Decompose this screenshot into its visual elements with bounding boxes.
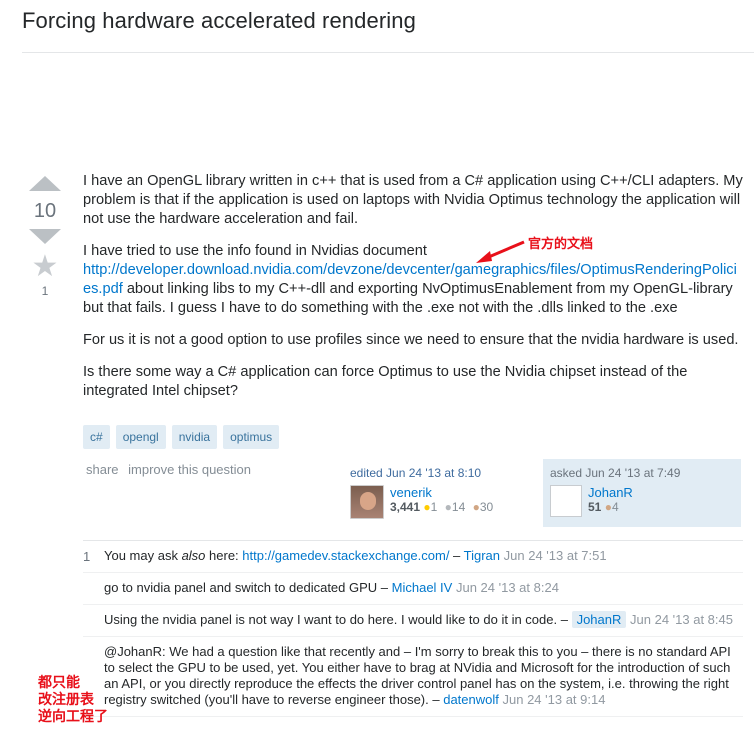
tag-nvidia[interactable]: nvidia <box>171 425 218 449</box>
annotation-line: 逆向工程了 <box>38 708 108 724</box>
share-link[interactable]: share <box>86 462 119 477</box>
gamedev-link[interactable]: http://gamedev.stackexchange.com/ <box>242 548 449 563</box>
comment-item: @JohanR: We had a question like that rec… <box>83 637 743 717</box>
editor-avatar[interactable] <box>350 485 384 519</box>
comment-date[interactable]: Jun 24 '13 at 8:45 <box>630 612 733 627</box>
comment-list: 1 You may ask also here: http://gamedev.… <box>83 540 743 717</box>
tag-list: c# opengl nvidia optimus <box>83 425 280 449</box>
owner-bronze-badge-count: 4 <box>611 500 619 514</box>
owner-avatar[interactable] <box>550 485 582 517</box>
vote-up-arrow-icon[interactable] <box>29 176 61 191</box>
favorite-count: 1 <box>41 284 49 298</box>
comment-text: here: <box>205 548 243 563</box>
vote-down-arrow-icon[interactable] <box>29 229 61 244</box>
owner-signature: asked Jun 24 '13 at 7:49 JohanR 51 ●4 <box>543 459 741 527</box>
comment-item: Using the nvidia panel is not way I want… <box>83 605 743 637</box>
tag-csharp[interactable]: c# <box>83 425 110 449</box>
paragraph-2-intro: I have tried to use the info found in Nv… <box>83 243 427 259</box>
editor-reputation: 3,441 <box>390 500 421 514</box>
owner-name-link[interactable]: JohanR <box>588 485 633 500</box>
comment-item: go to nvidia panel and switch to dedicat… <box>83 573 743 605</box>
comment-owner-link[interactable]: JohanR <box>571 611 627 628</box>
comment-user-link[interactable]: Michael IV <box>392 580 453 595</box>
bronze-badge-icon: ● <box>472 500 480 514</box>
question-paragraph-2: I have tried to use the info found in Nv… <box>83 242 743 318</box>
owner-reputation: 51 <box>588 500 602 514</box>
edited-timestamp-link[interactable]: edited Jun 24 '13 at 8:10 <box>350 466 481 480</box>
silver-badge-icon: ● <box>444 500 452 514</box>
editor-name-link[interactable]: venerik <box>390 485 497 500</box>
gold-badge-count: 1 <box>430 500 438 514</box>
annotation-reverse-engineer: 都只能 改注册表 逆向工程了 <box>38 674 108 725</box>
question-paragraph-3: For us it is not a good option to use pr… <box>83 332 739 348</box>
comment-user-link[interactable]: datenwolf <box>443 692 499 707</box>
bronze-badge-count: 30 <box>479 500 494 514</box>
comment-separator: – <box>557 612 572 627</box>
comment-text: Using the nvidia panel is not way I want… <box>104 612 558 627</box>
annotation-line: 都只能 <box>38 674 80 690</box>
comment-emphasis: also <box>181 548 206 563</box>
bronze-badge-icon: ● <box>604 500 612 514</box>
comment-separator: – <box>428 692 444 707</box>
editor-signature: edited Jun 24 '13 at 8:10 venerik 3,441 … <box>350 466 540 519</box>
page-title[interactable]: Forcing hardware accelerated rendering <box>22 8 416 34</box>
comment-date[interactable]: Jun 24 '13 at 7:51 <box>504 548 607 563</box>
comment-date[interactable]: Jun 24 '13 at 9:14 <box>503 692 606 707</box>
vote-cell: 10 ★ 1 <box>28 176 62 298</box>
comment-text: You may ask <box>104 548 182 563</box>
comment-separator: – <box>377 580 392 595</box>
comment-text: go to nvidia panel and switch to dedicat… <box>104 580 378 595</box>
vote-count: 10 <box>33 200 57 222</box>
favorite-star-icon[interactable]: ★ <box>28 252 62 282</box>
comment-text: @JohanR: We had a question like that rec… <box>104 644 731 707</box>
comment-user-link[interactable]: Tigran <box>464 548 500 563</box>
title-divider <box>22 52 754 53</box>
annotation-line: 改注册表 <box>38 691 94 707</box>
comment-score: 1 <box>83 549 91 564</box>
post-menu: share improve this question <box>86 462 257 477</box>
improve-question-link[interactable]: improve this question <box>128 462 251 477</box>
question-paragraph-4: Is there some way a C# application can f… <box>83 364 688 399</box>
tag-optimus[interactable]: optimus <box>223 425 280 449</box>
question-body: I have an OpenGL library written in c++ … <box>83 172 743 414</box>
paragraph-2-rest: about linking libs to my C++-dll and exp… <box>83 281 733 316</box>
red-arrow-icon <box>476 240 525 263</box>
comment-separator: – <box>449 548 464 563</box>
question-paragraph-1: I have an OpenGL library written in c++ … <box>83 173 743 227</box>
tag-opengl[interactable]: opengl <box>115 425 166 449</box>
comment-date[interactable]: Jun 24 '13 at 8:24 <box>456 580 559 595</box>
gold-badge-icon: ● <box>423 500 431 514</box>
silver-badge-count: 14 <box>451 500 466 514</box>
comment-item: 1 You may ask also here: http://gamedev.… <box>83 541 743 573</box>
annotation-official-doc: 官方的文档 <box>528 236 594 251</box>
asked-timestamp: asked Jun 24 '13 at 7:49 <box>550 466 681 480</box>
